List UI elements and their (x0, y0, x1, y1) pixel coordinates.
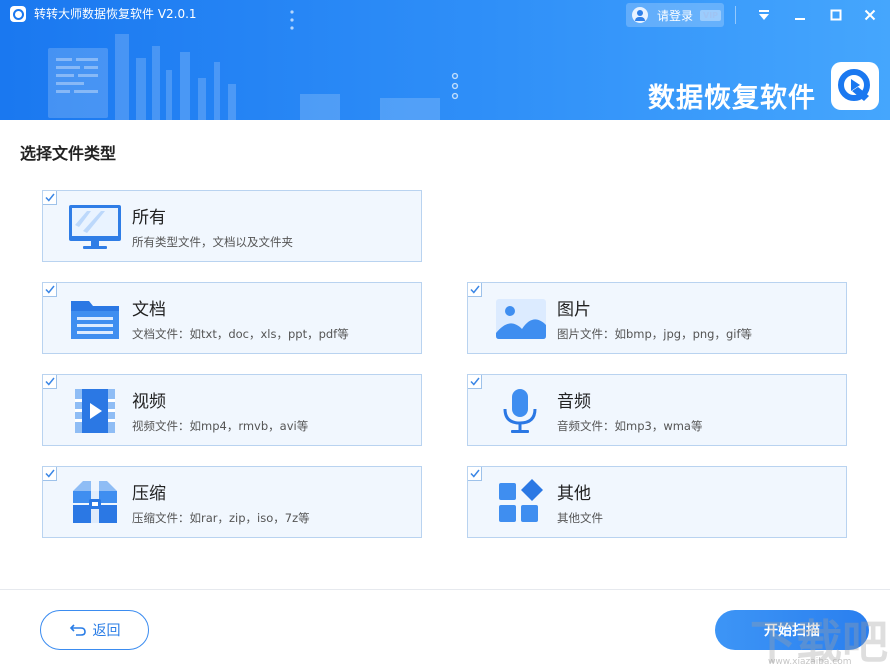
video-icon (75, 389, 115, 433)
file-type-image[interactable]: 图片 图片文件：如bmp，jpg，png，gif等 (467, 282, 847, 354)
card-title: 文档 (132, 300, 166, 320)
card-desc: 视频文件：如mp4，rmvb，avi等 (132, 419, 309, 433)
checkbox-all[interactable] (43, 191, 57, 205)
checkbox-other[interactable] (468, 467, 482, 481)
card-desc: 其他文件 (557, 511, 603, 525)
checkbox-audio[interactable] (468, 375, 482, 389)
checkbox-video[interactable] (43, 375, 57, 389)
card-desc: 图片文件：如bmp，jpg，png，gif等 (557, 327, 753, 341)
file-type-document[interactable]: 文档 文档文件：如txt，doc，xls，ppt，pdf等 (42, 282, 422, 354)
vip-badge: VIP (700, 9, 722, 21)
card-desc: 压缩文件：如rar，zip，iso，7z等 (132, 511, 310, 525)
app-title: 转转大师数据恢复软件 V2.0.1 (34, 7, 197, 21)
archive-icon (73, 481, 117, 523)
menu-arrow-icon (759, 10, 769, 20)
file-type-video[interactable]: 视频 视频文件：如mp4，rmvb，avi等 (42, 374, 422, 446)
section-title: 选择文件类型 (20, 144, 117, 163)
file-type-all[interactable]: 所有 所有类型文件，文档以及文件夹 (42, 190, 422, 262)
app-logo (10, 6, 26, 22)
login-button[interactable]: 请登录 VIP (626, 3, 724, 27)
card-title: 音频 (557, 392, 591, 412)
folder-icon (71, 301, 119, 339)
brand-text: 数据恢复软件 (648, 83, 816, 114)
minimize-button[interactable] (786, 3, 814, 27)
menu-button[interactable] (750, 3, 778, 27)
maximize-icon (830, 9, 842, 21)
start-scan-button[interactable]: 开始扫描 (715, 610, 869, 650)
check-icon (45, 377, 55, 386)
title-bar-separator (735, 6, 736, 24)
maximize-button[interactable] (822, 3, 850, 27)
title-bar: 转转大师数据恢复软件 V2.0.1 请登录 VIP 数据恢复软件 (0, 0, 890, 120)
card-title: 其他 (557, 484, 591, 504)
file-type-archive[interactable]: 压缩 压缩文件：如rar，zip，iso，7z等 (42, 466, 422, 538)
footer-divider (0, 589, 890, 590)
check-icon (470, 377, 480, 386)
checkbox-archive[interactable] (43, 467, 57, 481)
checkbox-document[interactable] (43, 283, 57, 297)
check-icon (45, 193, 55, 202)
apps-icon (499, 479, 543, 522)
card-desc: 所有类型文件，文档以及文件夹 (132, 235, 293, 249)
check-icon (45, 285, 55, 294)
file-type-other[interactable]: 其他 其他文件 (467, 466, 847, 538)
checkbox-image[interactable] (468, 283, 482, 297)
card-title: 压缩 (132, 484, 166, 504)
check-icon (45, 469, 55, 478)
brand-logo-icon (838, 69, 870, 101)
user-icon (632, 7, 648, 23)
close-icon (864, 9, 876, 21)
card-desc: 音频文件：如mp3，wma等 (557, 419, 703, 433)
card-title: 所有 (132, 208, 166, 228)
file-type-audio[interactable]: 音频 音频文件：如mp3，wma等 (467, 374, 847, 446)
microphone-icon (503, 389, 537, 433)
check-icon (470, 285, 480, 294)
monitor-icon (69, 205, 121, 249)
login-label: 请登录 (657, 8, 694, 23)
card-title: 视频 (132, 392, 166, 412)
image-icon (496, 299, 546, 339)
brand-logo (831, 62, 879, 110)
back-arrow-icon (69, 624, 86, 636)
watermark-url: www.xiazaiba.com (768, 657, 852, 667)
close-button[interactable] (856, 3, 884, 27)
minimize-icon (795, 18, 805, 20)
card-desc: 文档文件：如txt，doc，xls，ppt，pdf等 (132, 327, 349, 341)
back-label: 返回 (92, 623, 121, 639)
check-icon (470, 469, 480, 478)
back-button[interactable]: 返回 (40, 610, 149, 650)
card-title: 图片 (557, 300, 591, 320)
